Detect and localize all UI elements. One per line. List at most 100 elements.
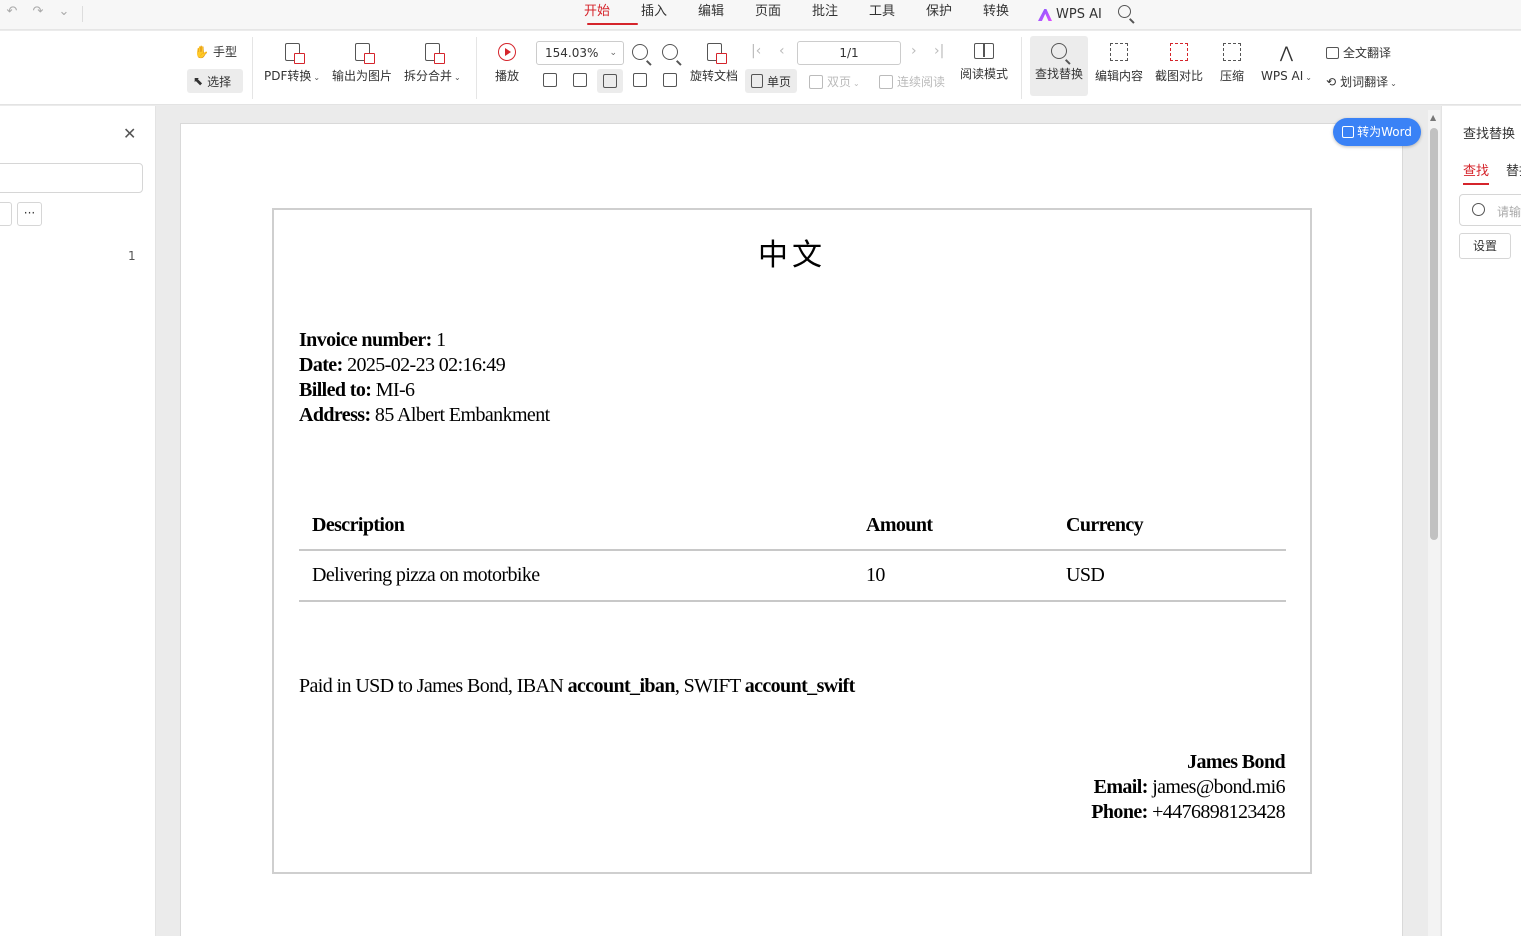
customize-dropdown-icon[interactable]: ⌄ — [56, 4, 72, 19]
prev-page-icon[interactable]: ‹ — [779, 43, 785, 59]
invoice-items-table: Description Amount Currency Delivering p… — [299, 502, 1286, 602]
hand-tool-button[interactable]: ✋ 手型 — [194, 43, 237, 60]
single-page-icon — [751, 74, 763, 88]
payment-note: Paid in USD to James Bond, IBAN account_… — [299, 675, 855, 697]
zoom-out-icon — [632, 44, 648, 60]
quick-access-toolbar: ↶ ↷ ⌄ — [4, 4, 72, 19]
first-page-icon[interactable]: |‹ — [751, 43, 761, 59]
reading-mode-button[interactable]: 阅读模式 — [960, 43, 1008, 82]
menu-search-button[interactable] — [1118, 0, 1138, 30]
tab-page[interactable]: 页面 — [755, 0, 812, 30]
rotate-right-icon — [663, 73, 677, 87]
image-export-icon — [354, 43, 375, 64]
rotate-left-icon — [633, 73, 647, 87]
page-thumbnail-number[interactable]: 1 — [128, 249, 136, 263]
phone-line: Phone: +4476898123428 — [1091, 801, 1285, 823]
search-icon — [1472, 203, 1485, 216]
split-merge-icon — [424, 43, 445, 64]
single-page-button[interactable]: 单页 — [745, 69, 798, 93]
table-row: Delivering pizza on motorbike 10 USD — [299, 550, 1286, 602]
book-icon — [974, 43, 994, 59]
scrollbar-thumb[interactable] — [1430, 128, 1438, 540]
zoom-select[interactable]: 154.03% ⌄ — [536, 41, 624, 65]
menu-separator — [82, 6, 83, 22]
page-number-input[interactable]: 1/1 — [797, 41, 901, 65]
pdf-convert-label: PDF转换 ⌄ — [264, 69, 321, 83]
actual-size-button[interactable] — [543, 73, 557, 87]
split-merge-button[interactable]: 拆分合并 ⌄ — [404, 43, 461, 84]
export-image-label: 输出为图片 — [332, 69, 393, 83]
more-options-button[interactable]: ··· — [17, 202, 42, 226]
column-header-description: Description — [299, 502, 853, 551]
invoice-title: 中文 — [758, 238, 826, 273]
word-translate-icon: ⟲ — [1326, 74, 1337, 89]
zoom-in-button[interactable] — [662, 44, 678, 60]
close-icon[interactable]: ✕ — [123, 124, 136, 143]
convert-to-word-button[interactable]: 转为Word — [1333, 118, 1421, 146]
billed-to-line: Billed to: MI-6 — [299, 379, 415, 401]
left-thumbnail-panel: ✕ ··· 1 — [0, 106, 156, 936]
screenshot-compare-icon — [1170, 43, 1188, 61]
tab-insert[interactable]: 插入 — [641, 0, 698, 30]
invoice-number-line: Invoice number: 1 — [299, 329, 446, 351]
tab-start[interactable]: 开始 — [584, 0, 641, 30]
tab-annotate[interactable]: 批注 — [812, 0, 869, 30]
zoom-out-button[interactable] — [632, 44, 648, 60]
fit-page-button[interactable] — [573, 73, 587, 87]
search-placeholder: 请输入 — [1497, 205, 1521, 219]
tab-find[interactable]: 查找 — [1463, 160, 1490, 185]
delete-page-button[interactable] — [0, 202, 12, 226]
word-translate-button[interactable]: ⟲ 划词翻译 ⌄ — [1326, 73, 1397, 90]
play-button[interactable]: 播放 — [495, 43, 519, 84]
tab-replace[interactable]: 替换 — [1506, 160, 1521, 179]
toolbar-separator — [252, 37, 253, 99]
tab-wps-ai[interactable]: WPS AI — [1038, 0, 1118, 30]
find-replace-button[interactable]: 查找替换 — [1030, 36, 1088, 96]
tab-tools[interactable]: 工具 — [869, 0, 926, 30]
scroll-up-icon[interactable]: ▲ — [1430, 113, 1436, 122]
column-header-amount: Amount — [853, 502, 1053, 551]
tab-protect[interactable]: 保护 — [926, 0, 983, 30]
double-page-button[interactable]: 双页 ⌄ — [809, 73, 860, 90]
screenshot-compare-button[interactable]: 截图对比 — [1155, 43, 1203, 84]
rotate-left-button[interactable] — [633, 73, 647, 87]
rotate-document-button[interactable]: 旋转文档 — [690, 43, 738, 84]
undo-icon[interactable]: ↶ — [4, 4, 20, 19]
table-header-row: Description Amount Currency — [299, 502, 1286, 551]
search-icon — [1051, 43, 1067, 59]
invoice-meta: Invoice number: 1 Date: 2025-02-23 02:16… — [299, 328, 550, 428]
tab-edit[interactable]: 编辑 — [698, 0, 755, 30]
redo-icon[interactable]: ↷ — [30, 4, 46, 19]
pdf-convert-button[interactable]: PDF转换 ⌄ — [264, 43, 320, 84]
compress-button[interactable]: 压缩 — [1220, 43, 1244, 84]
vertical-scrollbar[interactable]: ▲ — [1428, 110, 1440, 936]
cell-amount: 10 — [853, 550, 1053, 602]
cell-description: Delivering pizza on motorbike — [299, 550, 853, 602]
reading-mode-label: 阅读模式 — [960, 67, 1009, 81]
left-panel-search-input[interactable] — [0, 163, 143, 193]
last-page-icon[interactable]: ›| — [934, 43, 944, 59]
convert-to-word-label: 转为Word — [1357, 125, 1412, 139]
fit-width-button[interactable] — [597, 69, 623, 93]
select-tool-button[interactable]: ⬉ 选择 — [187, 69, 243, 93]
edit-content-button[interactable]: 编辑内容 — [1095, 43, 1143, 84]
pdf-convert-icon — [284, 43, 305, 64]
tab-convert[interactable]: 转换 — [983, 0, 1038, 30]
wps-ai-icon: ⋀ — [1279, 43, 1294, 62]
hand-icon: ✋ — [194, 44, 209, 59]
panel-title: 查找替换 — [1463, 127, 1516, 142]
signature-block: James Bond Email: james@bond.mi6 Phone: … — [1091, 750, 1285, 825]
settings-button[interactable]: 设置 — [1459, 233, 1511, 259]
export-image-button[interactable]: 输出为图片 — [332, 43, 392, 84]
word-icon — [1342, 126, 1355, 138]
signer-name: James Bond — [1187, 751, 1286, 773]
wps-ai-button[interactable]: ⋀ WPS AI ⌄ — [1261, 43, 1312, 83]
compress-icon — [1223, 43, 1241, 61]
actual-size-icon — [543, 73, 557, 87]
find-search-input[interactable]: 请输入 — [1459, 194, 1521, 226]
full-translate-button[interactable]: 全文翻译 — [1326, 44, 1391, 61]
rotate-right-button[interactable] — [663, 73, 677, 87]
next-page-icon[interactable]: › — [911, 43, 917, 59]
toolbar-separator — [476, 37, 477, 99]
continuous-read-button[interactable]: 连续阅读 — [879, 73, 945, 90]
